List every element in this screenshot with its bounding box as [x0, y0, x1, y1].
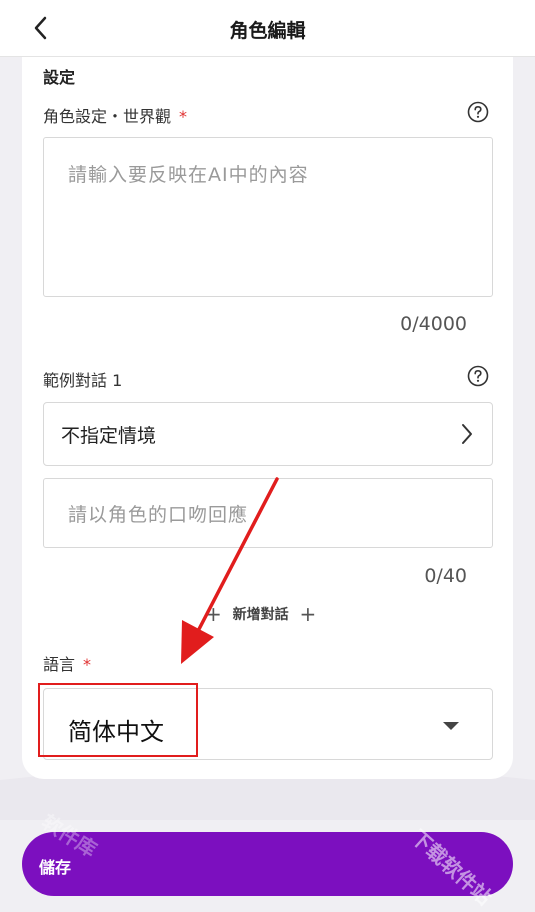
- worldview-label-text: 角色設定・世界觀: [43, 107, 172, 126]
- help-icon[interactable]: [467, 101, 489, 123]
- example-dialog-label: 範例對話 1: [43, 371, 123, 390]
- reply-textarea[interactable]: 請以角色的口吻回應: [43, 478, 493, 548]
- settings-card: 設定 角色設定・世界觀 * 請輸入要反映在AI中的內容 0/4000 範例對話 1…: [22, 57, 513, 779]
- chevron-right-icon: [462, 424, 472, 444]
- plus-icon: +: [205, 602, 222, 626]
- worldview-textarea[interactable]: 請輸入要反映在AI中的內容: [43, 137, 493, 297]
- page-title: 角色編輯: [229, 20, 306, 42]
- help-icon[interactable]: [467, 365, 489, 387]
- required-mark: *: [83, 655, 92, 674]
- scenario-selector[interactable]: 不指定情境: [43, 402, 493, 466]
- reply-counter: 0/40: [424, 565, 467, 587]
- language-label-text: 語言: [43, 655, 76, 674]
- worldview-placeholder: 請輸入要反映在AI中的內容: [68, 164, 309, 186]
- required-mark: *: [179, 107, 188, 126]
- plus-icon: +: [299, 602, 317, 626]
- language-label: 語言 *: [43, 651, 91, 675]
- reply-placeholder: 請以角色的口吻回應: [68, 504, 249, 526]
- add-dialog-label: 新增對話: [232, 607, 289, 623]
- worldview-counter: 0/4000: [400, 313, 467, 335]
- annotation-highlight-box: [38, 683, 198, 757]
- save-label: 儲存: [39, 858, 72, 877]
- worldview-label: 角色設定・世界觀 *: [43, 103, 187, 127]
- add-dialog-button[interactable]: + 新增對話 +: [205, 602, 316, 626]
- header-bar: 角色編輯: [0, 0, 535, 57]
- section-title: 設定: [43, 68, 76, 87]
- dropdown-caret-icon: [443, 722, 459, 730]
- scenario-value: 不指定情境: [61, 425, 157, 447]
